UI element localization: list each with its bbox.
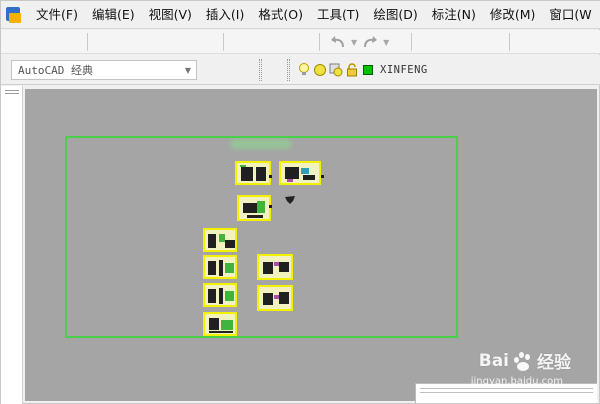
autocad-window: 文件(F) 编辑(E) 视图(V) 插入(I) 格式(O) 工具(T) 绘图(D… [0, 0, 600, 404]
drawing-sheet[interactable] [203, 255, 237, 279]
left-ruler-strip [1, 86, 23, 404]
sun-freeze-icon[interactable] [313, 63, 327, 77]
toolbar-separator [319, 33, 320, 51]
toolbar-separator [87, 33, 88, 51]
drawing-sheet[interactable] [235, 161, 271, 185]
toolbar-separator [509, 33, 510, 51]
chevron-down-icon[interactable]: ▼ [180, 61, 196, 79]
watermark-url: jingyan.baidu.com [470, 376, 563, 387]
toolbar-separator [411, 33, 412, 51]
menu-file[interactable]: 文件(F) [29, 1, 85, 29]
lock-icon[interactable] [345, 63, 359, 77]
baidu-watermark: Bai 经验 [478, 348, 571, 374]
redo-arrow-icon[interactable] [361, 33, 379, 51]
autocad-app-icon[interactable] [3, 4, 25, 26]
workspace-layer-toolbar: AutoCAD 经典 ▼ XINFENG [1, 55, 600, 85]
standard-toolbar: ▼ ▼ [1, 30, 600, 54]
color-square-icon[interactable] [361, 63, 375, 77]
drawing-sheet[interactable] [203, 312, 237, 336]
drawing-sheet[interactable] [237, 195, 271, 221]
drawing-sheet[interactable] [279, 161, 321, 185]
menu-dimension[interactable]: 标注(N) [425, 1, 483, 29]
toolbar-separator [223, 33, 224, 51]
menu-window[interactable]: 窗口(W [542, 1, 598, 29]
drawing-sheet[interactable] [257, 285, 293, 311]
paw-logo-icon [512, 350, 534, 372]
menu-modify[interactable]: 修改(M) [483, 1, 543, 29]
menu-format[interactable]: 格式(O) [251, 1, 310, 29]
lightbulb-icon[interactable] [297, 63, 311, 77]
viewport-freeze-icon[interactable] [329, 63, 343, 77]
drawing-sheet[interactable] [203, 283, 237, 307]
toolbar-grip[interactable] [287, 59, 290, 81]
redo-dropdown-icon[interactable]: ▼ [383, 38, 389, 47]
drawing-block-symbol[interactable] [284, 195, 296, 205]
layer-control[interactable]: XINFENG [297, 61, 428, 79]
drawing-sheet[interactable] [203, 228, 237, 252]
toolbar-grip[interactable] [259, 59, 262, 81]
menu-bar: 文件(F) 编辑(E) 视图(V) 插入(I) 格式(O) 工具(T) 绘图(D… [1, 1, 600, 29]
watermark-suffix: 经验 [537, 353, 571, 373]
watermark-brand: Bai [478, 350, 509, 371]
workspace-select[interactable]: AutoCAD 经典 ▼ [11, 60, 197, 80]
menu-tools[interactable]: 工具(T) [310, 1, 366, 29]
current-layer-name: XINFENG [380, 64, 428, 76]
menu-draw[interactable]: 绘图(D) [366, 1, 424, 29]
undo-arrow-icon[interactable] [329, 33, 347, 51]
drawing-sheet[interactable] [257, 254, 293, 280]
menu-edit[interactable]: 编辑(E) [85, 1, 142, 29]
undo-dropdown-icon[interactable]: ▼ [351, 38, 357, 47]
workspace-value: AutoCAD 经典 [18, 64, 93, 77]
menu-insert[interactable]: 插入(I) [199, 1, 251, 29]
undo-redo-group: ▼ ▼ [329, 33, 389, 51]
menu-view[interactable]: 视图(V) [142, 1, 199, 29]
